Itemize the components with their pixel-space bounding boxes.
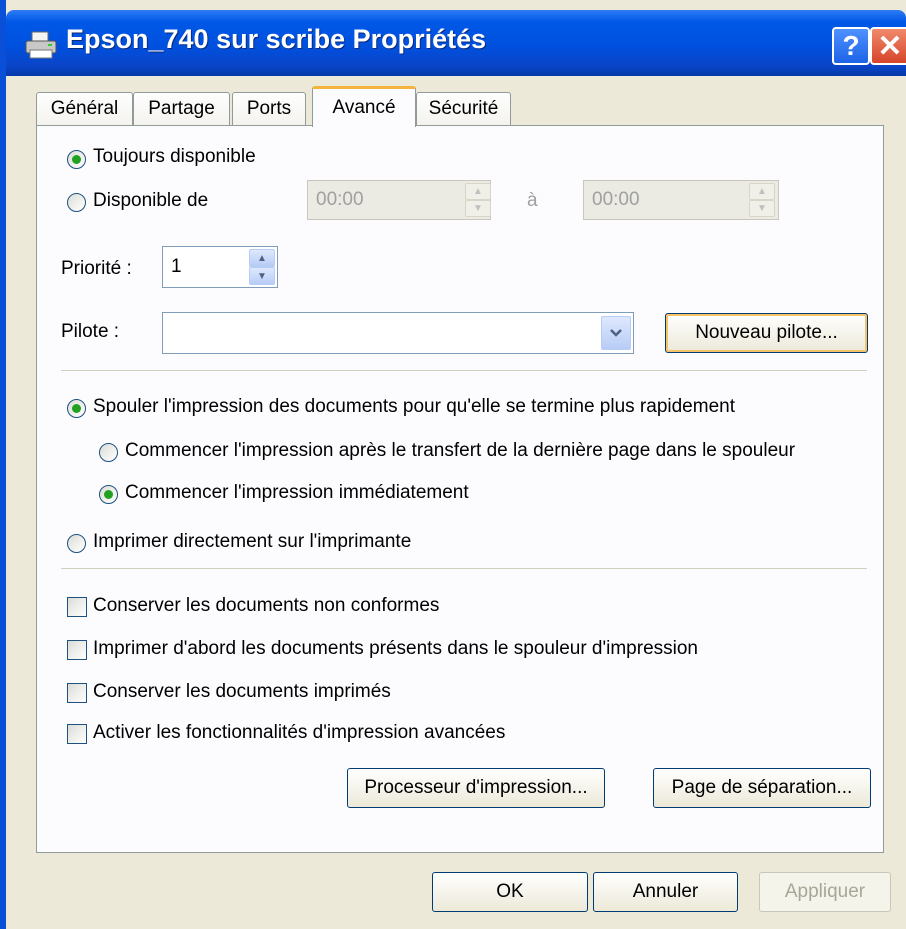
driver-label: Pilote : — [61, 321, 120, 342]
tab-label: Ports — [246, 98, 292, 119]
print-direct-radio[interactable] — [67, 534, 86, 553]
available-from-label: Disponible de — [93, 190, 209, 211]
print-direct-label: Imprimer directement sur l'imprimante — [93, 531, 412, 552]
keep-printed-checkbox[interactable] — [67, 683, 87, 703]
always-available-radio[interactable] — [67, 150, 86, 169]
spin-down-icon[interactable]: ▼ — [465, 200, 491, 217]
priority-value: 1 — [171, 256, 182, 277]
print-spooled-first-label: Imprimer d'abord les documents présents … — [93, 638, 698, 659]
tab-security[interactable]: Sécurité — [416, 92, 511, 125]
apply-label: Appliquer — [784, 881, 866, 902]
close-button[interactable]: ✕ — [870, 27, 906, 65]
spin-up-icon[interactable]: ▲ — [249, 249, 275, 267]
cancel-label: Annuler — [632, 881, 699, 902]
printer-properties-window: Epson_740 sur scribe Propriétés ? ✕ Géné… — [0, 0, 906, 929]
spool-label: Spouler l'impression des documents pour … — [93, 396, 735, 417]
priority-label: Priorité : — [61, 258, 132, 279]
driver-select[interactable] — [162, 312, 634, 354]
apply-button[interactable]: Appliquer — [759, 872, 891, 912]
spin-down-icon[interactable]: ▼ — [749, 200, 775, 217]
start-after-last-page-label: Commencer l'impression après le transfer… — [125, 440, 796, 461]
priority-spinner[interactable]: ▲ ▼ — [249, 249, 275, 285]
print-processor-label: Processeur d'impression... — [364, 777, 588, 798]
close-icon: ✕ — [877, 29, 903, 63]
from-time-value: 00:00 — [316, 189, 364, 210]
tab-general[interactable]: Général — [36, 92, 133, 125]
cancel-button[interactable]: Annuler — [593, 872, 738, 912]
new-driver-button[interactable]: Nouveau pilote... — [665, 313, 868, 353]
spin-up-icon[interactable]: ▲ — [749, 183, 775, 200]
tab-ports[interactable]: Ports — [232, 92, 306, 125]
separator-page-button[interactable]: Page de séparation... — [653, 768, 871, 808]
title-bar[interactable]: Epson_740 sur scribe Propriétés ? ✕ — [6, 10, 906, 76]
to-label: à — [527, 190, 538, 211]
available-from-radio[interactable] — [67, 193, 86, 212]
spin-down-icon[interactable]: ▼ — [249, 267, 275, 285]
help-icon: ? — [842, 30, 860, 61]
from-time-spinner[interactable]: ▲ ▼ — [465, 183, 491, 217]
advanced-panel: Toujours disponible Disponible de 00:00 … — [36, 125, 884, 853]
to-time-spinner[interactable]: ▲ ▼ — [749, 183, 775, 217]
tab-advanced[interactable]: Avancé — [312, 86, 416, 127]
start-after-last-page-radio[interactable] — [99, 443, 118, 462]
new-driver-label: Nouveau pilote... — [695, 322, 838, 343]
window-title: Epson_740 sur scribe Propriétés — [66, 24, 487, 54]
tab-label: Général — [50, 98, 119, 119]
print-spooled-first-checkbox[interactable] — [67, 640, 87, 660]
separator-page-label: Page de séparation... — [671, 777, 853, 798]
help-button[interactable]: ? — [832, 27, 870, 65]
spool-radio[interactable] — [67, 399, 86, 418]
start-immediately-label: Commencer l'impression immédiatement — [125, 482, 469, 503]
printer-icon — [25, 31, 57, 59]
ok-button[interactable]: OK — [432, 872, 588, 912]
divider — [61, 568, 867, 569]
tab-label: Sécurité — [428, 98, 499, 119]
divider — [61, 370, 867, 371]
advanced-features-label: Activer les fonctionnalités d'impression… — [93, 722, 506, 743]
from-time-field[interactable]: 00:00 — [307, 180, 491, 220]
start-immediately-radio[interactable] — [99, 485, 118, 504]
spin-up-icon[interactable]: ▲ — [465, 183, 491, 200]
ok-label: OK — [496, 881, 524, 902]
tab-sharing[interactable]: Partage — [133, 92, 230, 125]
print-processor-button[interactable]: Processeur d'impression... — [347, 768, 605, 808]
tab-label: Partage — [148, 98, 215, 119]
chevron-down-icon[interactable] — [601, 316, 631, 350]
keep-mismatched-label: Conserver les documents non conformes — [93, 595, 440, 616]
keep-printed-label: Conserver les documents imprimés — [93, 681, 391, 702]
tab-label: Avancé — [332, 97, 396, 118]
keep-mismatched-checkbox[interactable] — [67, 597, 87, 617]
advanced-features-checkbox[interactable] — [67, 724, 87, 744]
always-available-label: Toujours disponible — [93, 146, 256, 167]
to-time-value: 00:00 — [592, 189, 640, 210]
